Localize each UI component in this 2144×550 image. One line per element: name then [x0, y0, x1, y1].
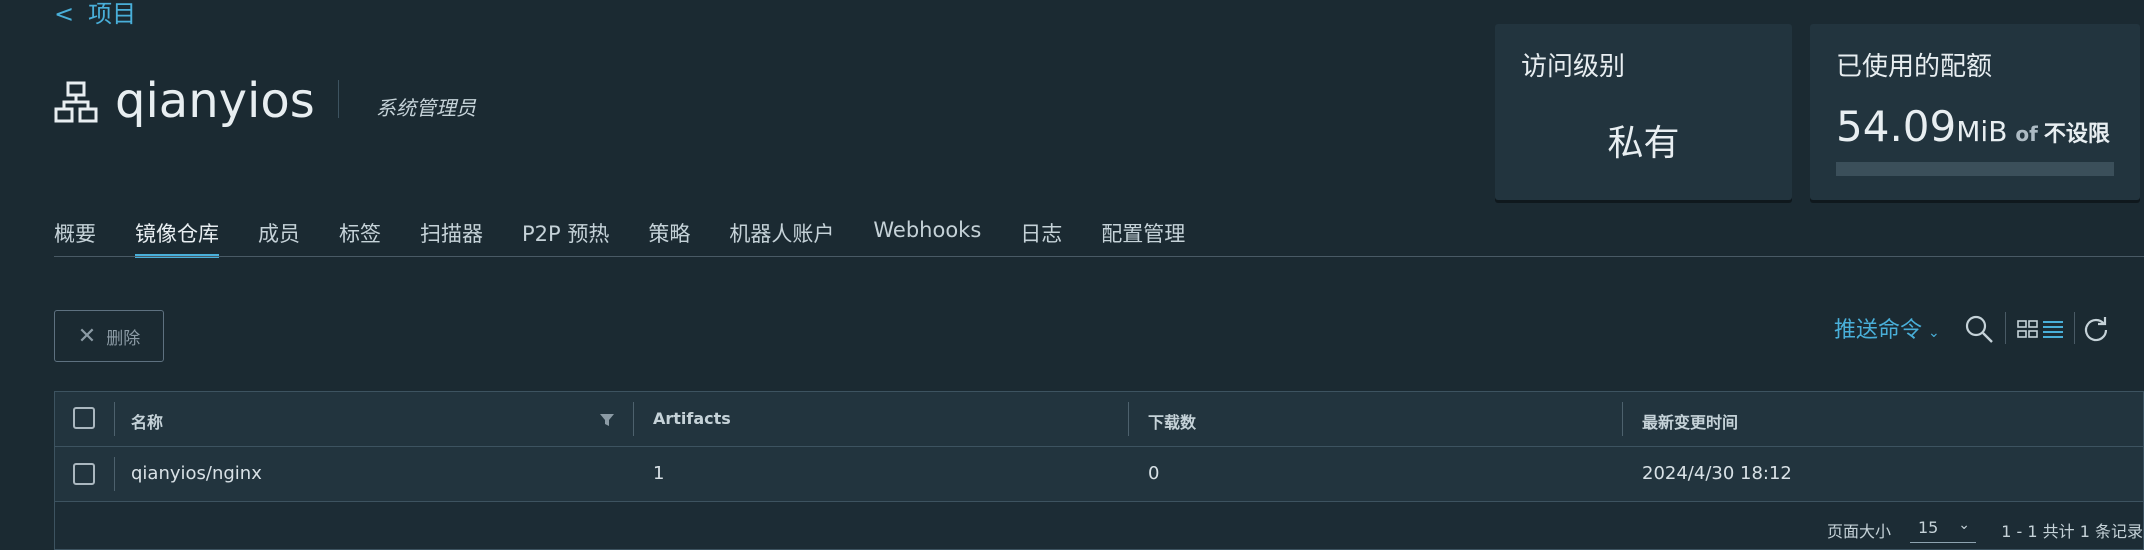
breadcrumb-back-link[interactable]: < 项目 — [54, 0, 136, 29]
tab-scanner[interactable]: 扫描器 — [420, 214, 483, 256]
last-modified-time: 2024/4/30 18:12 — [1642, 463, 1792, 484]
quota-limit: 不设限 — [2043, 122, 2110, 147]
column-separator — [114, 402, 115, 436]
table-footer: 页面大小 15 ⌄ 1 - 1 共计 1 条记录 — [55, 502, 2143, 550]
project-network-icon — [54, 81, 98, 123]
page-size-label: 页面大小 — [1827, 522, 1892, 541]
delete-button[interactable]: ✕ 删除 — [54, 310, 164, 362]
column-header-name[interactable]: 名称 — [131, 409, 163, 433]
column-separator — [633, 402, 634, 436]
column-separator — [114, 457, 115, 491]
tab-repositories[interactable]: 镜像仓库 — [135, 214, 219, 258]
quota-used-unit: MiB — [1956, 115, 2008, 148]
tab-summary[interactable]: 概要 — [54, 214, 96, 256]
column-header-artifacts[interactable]: Artifacts — [653, 409, 731, 428]
access-level-card: 访问级别 私有 — [1495, 24, 1792, 200]
tab-logs[interactable]: 日志 — [1020, 214, 1062, 256]
push-command-label: 推送命令 — [1834, 318, 1923, 343]
list-view-icon[interactable] — [2042, 319, 2064, 339]
chevron-left-icon: < — [54, 0, 75, 28]
page-size-select[interactable]: 15 ⌄ — [1910, 517, 1976, 543]
column-header-last-modified[interactable]: 最新变更时间 — [1642, 409, 1738, 433]
toolbar-separator — [2074, 312, 2075, 344]
tab-p2p-preheat[interactable]: P2P 预热 — [522, 214, 609, 256]
project-role: 系统管理员 — [376, 96, 476, 120]
column-separator — [1128, 402, 1129, 436]
chevron-down-icon: ⌄ — [1928, 325, 1940, 341]
tabs-divider — [54, 256, 2144, 257]
project-title: qianyios — [115, 73, 315, 129]
chevron-down-icon: ⌄ — [1958, 517, 1970, 533]
tab-webhooks[interactable]: Webhooks — [873, 214, 981, 256]
select-all-checkbox[interactable] — [73, 407, 95, 429]
repository-table: 名称 Artifacts 下载数 最新变更时间 qianyios/nginx 1… — [54, 391, 2144, 550]
quota-label: 已使用的配额 — [1836, 52, 1993, 82]
table-row: qianyios/nginx 1 0 2024/4/30 18:12 — [55, 447, 2143, 502]
title-divider — [338, 80, 339, 118]
column-header-downloads[interactable]: 下载数 — [1148, 409, 1196, 433]
close-icon: ✕ — [77, 323, 97, 349]
row-checkbox[interactable] — [73, 463, 95, 485]
artifacts-count: 1 — [653, 463, 665, 484]
refresh-icon[interactable] — [2083, 316, 2109, 342]
tab-robot-accounts[interactable]: 机器人账户 — [729, 214, 834, 256]
page-size-value: 15 — [1918, 518, 1939, 537]
quota-of: of — [2015, 122, 2038, 146]
push-command-dropdown[interactable]: 推送命令 ⌄ — [1834, 312, 1940, 344]
quota-used-number: 54.09 — [1836, 102, 1957, 151]
quota-card: 已使用的配额 54.09MiB of 不设限 — [1810, 24, 2140, 200]
breadcrumb-label: 项目 — [88, 0, 137, 28]
table-header: 名称 Artifacts 下载数 最新变更时间 — [55, 392, 2143, 447]
tab-members[interactable]: 成员 — [258, 214, 300, 256]
project-tabs: 概要 镜像仓库 成员 标签 扫描器 P2P 预热 策略 机器人账户 Webhoo… — [54, 214, 1224, 258]
column-separator — [1622, 402, 1623, 436]
filter-icon[interactable] — [599, 412, 615, 428]
search-icon[interactable] — [1964, 314, 1994, 344]
tab-labels[interactable]: 标签 — [339, 214, 381, 256]
record-count: 1 - 1 共计 1 条记录 — [2001, 522, 2143, 541]
access-level-label: 访问级别 — [1521, 52, 1626, 82]
quota-progress-bar — [1836, 162, 2114, 176]
download-count: 0 — [1148, 463, 1160, 484]
tab-policy[interactable]: 策略 — [648, 214, 690, 256]
toolbar-separator — [2005, 312, 2006, 344]
delete-label: 删除 — [106, 328, 141, 349]
repository-name-link[interactable]: qianyios/nginx — [131, 463, 262, 484]
card-view-icon[interactable] — [2017, 319, 2039, 339]
tab-configuration[interactable]: 配置管理 — [1101, 214, 1185, 256]
quota-usage: 54.09MiB of 不设限 — [1836, 102, 2110, 151]
access-level-value: 私有 — [1607, 123, 1680, 164]
